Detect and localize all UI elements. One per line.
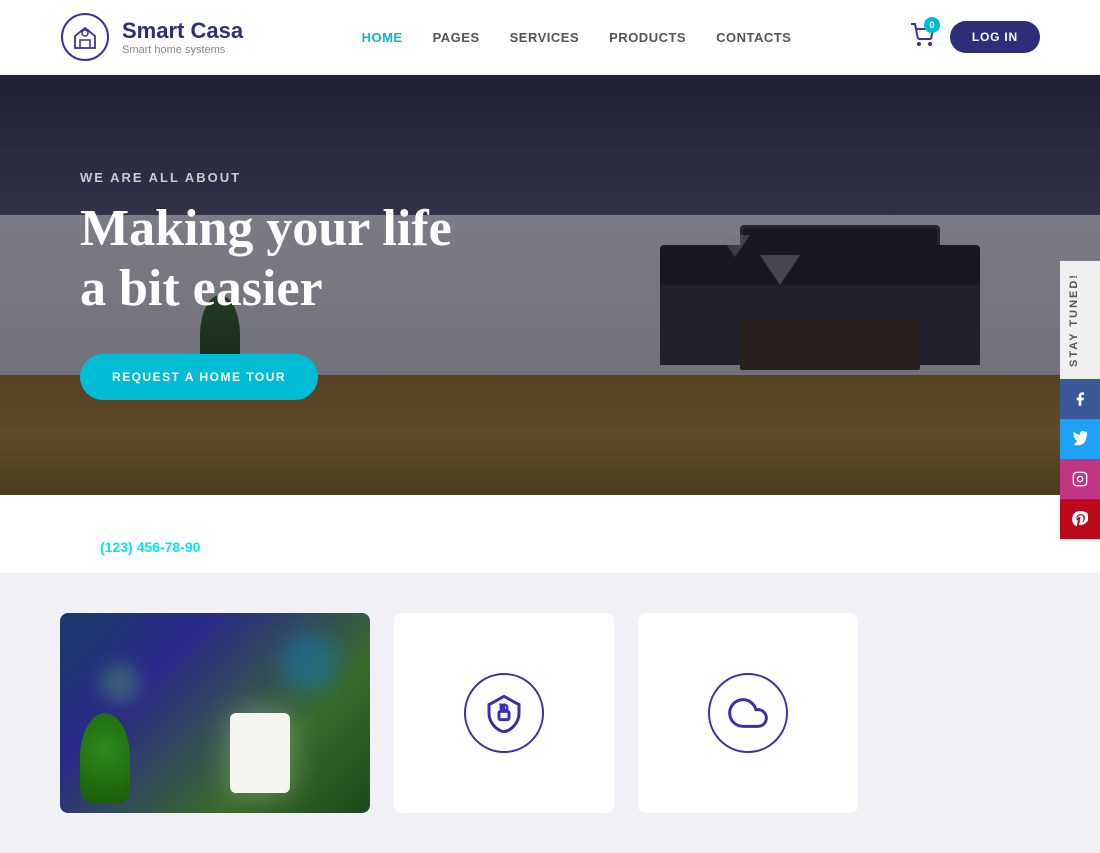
side-social: STAY TUNED! bbox=[1060, 261, 1100, 539]
cloud-icon bbox=[728, 693, 768, 733]
product-image-card bbox=[60, 613, 370, 813]
phone-icon-circle bbox=[0, 521, 52, 573]
facebook-button[interactable] bbox=[1060, 379, 1100, 419]
main-nav: HOME PAGES SERVICES PRODUCTS CONTACTS bbox=[362, 30, 792, 45]
header: Smart Casa Smart home systems HOME PAGES… bbox=[0, 0, 1100, 75]
cart-badge: 0 bbox=[924, 17, 940, 33]
security-icon-circle bbox=[464, 673, 544, 753]
content-area bbox=[0, 573, 1100, 853]
shield-lock-icon bbox=[484, 693, 524, 733]
smart-device bbox=[230, 713, 290, 793]
brand-name: Smart Casa bbox=[122, 18, 243, 44]
twitter-button[interactable] bbox=[1060, 419, 1100, 459]
callback-banner: Need help? Get a call back! Call (123) 4… bbox=[0, 495, 1100, 573]
nav-pages[interactable]: PAGES bbox=[433, 30, 480, 45]
login-button[interactable]: LOG IN bbox=[950, 21, 1040, 53]
callback-headline: Need help? Get a call back! bbox=[0, 495, 1100, 521]
cart-button[interactable]: 0 bbox=[910, 23, 934, 52]
instagram-button[interactable] bbox=[1060, 459, 1100, 499]
call-info: Call (123) 456-78-90 bbox=[72, 539, 200, 555]
callback-right: Call (123) 456-78-90 CALL BACK bbox=[0, 521, 1100, 573]
nav-services[interactable]: SERVICES bbox=[510, 30, 580, 45]
plant-image bbox=[80, 713, 130, 803]
hero-eyebrow: WE ARE ALL ABOUT bbox=[80, 170, 580, 185]
feature-card-cloud bbox=[638, 613, 858, 813]
nav-home[interactable]: HOME bbox=[362, 30, 403, 45]
product-image bbox=[60, 613, 370, 813]
bokeh-2 bbox=[100, 663, 140, 703]
social-label: STAY TUNED! bbox=[1060, 261, 1100, 379]
logo[interactable]: Smart Casa Smart home systems bbox=[60, 12, 243, 62]
pinterest-icon bbox=[1072, 511, 1088, 527]
call-number[interactable]: (123) 456-78-90 bbox=[100, 539, 200, 555]
hero-title-line1: Making your life bbox=[80, 200, 452, 257]
instagram-icon bbox=[1072, 471, 1088, 487]
header-actions: 0 LOG IN bbox=[910, 21, 1040, 53]
bokeh-1 bbox=[280, 633, 340, 693]
feature-card-security bbox=[394, 613, 614, 813]
hero-content: WE ARE ALL ABOUT Making your life a bit … bbox=[0, 75, 660, 495]
facebook-icon bbox=[1072, 391, 1088, 407]
hero-title-line2: a bit easier bbox=[80, 260, 323, 317]
logo-icon bbox=[60, 12, 110, 62]
pinterest-button[interactable] bbox=[1060, 499, 1100, 539]
nav-contacts[interactable]: CONTACTS bbox=[716, 30, 791, 45]
hero-section: WE ARE ALL ABOUT Making your life a bit … bbox=[0, 75, 1100, 495]
cloud-icon-circle bbox=[708, 673, 788, 753]
nav-products[interactable]: PRODUCTS bbox=[609, 30, 686, 45]
phone-icon bbox=[15, 536, 37, 558]
brand-tagline: Smart home systems bbox=[122, 44, 243, 56]
hero-title: Making your life a bit easier bbox=[80, 199, 580, 319]
twitter-icon bbox=[1072, 431, 1088, 447]
call-prefix: Call bbox=[72, 539, 96, 555]
hero-cta-button[interactable]: REQUEST A HOME TOUR bbox=[80, 354, 318, 400]
callback-button[interactable]: CALL BACK bbox=[220, 525, 363, 569]
